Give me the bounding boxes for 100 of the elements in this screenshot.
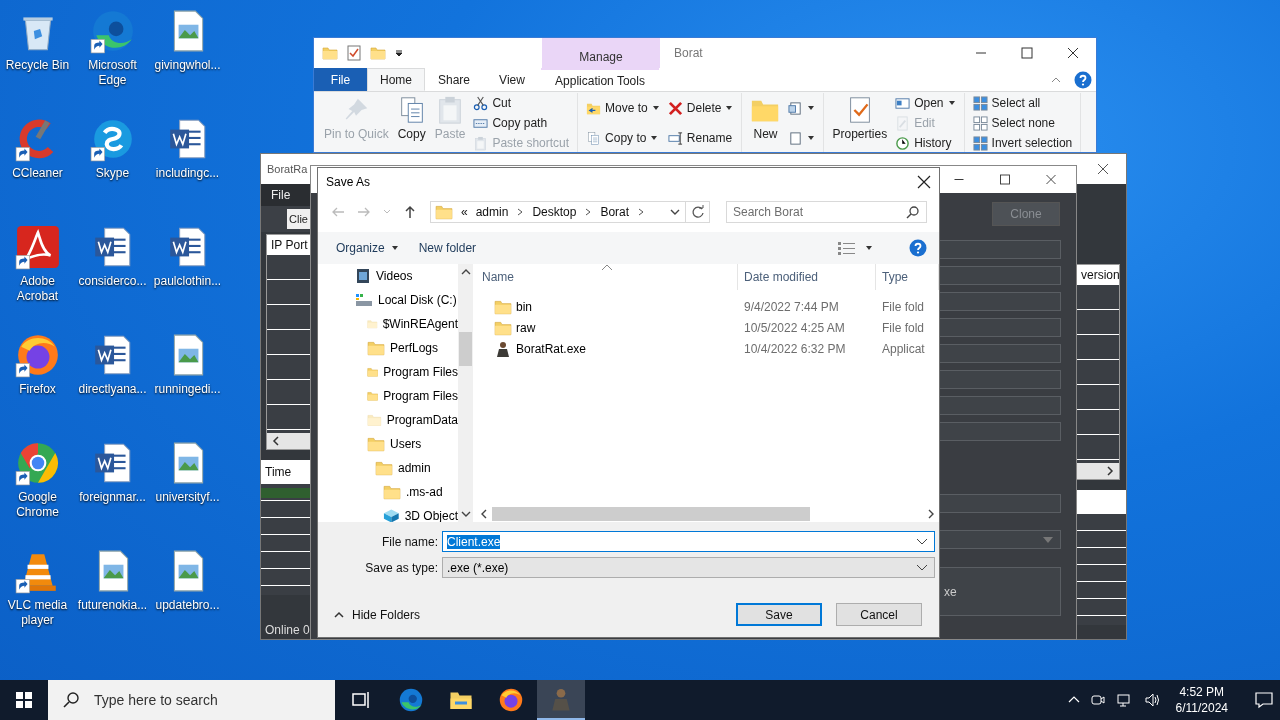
ribbon-button[interactable]: Rename (665, 128, 736, 148)
refresh-button[interactable] (686, 201, 710, 223)
view-options-icon[interactable] (837, 240, 857, 256)
desktop-icon-label[interactable]: Firefox (1, 382, 74, 397)
scrollbar[interactable] (1077, 463, 1119, 479)
ribbon-button[interactable]: New (748, 93, 783, 152)
tree-item[interactable]: Local Disk (C:) (318, 288, 458, 312)
column-header[interactable]: Type (876, 264, 939, 290)
scrollbar[interactable] (267, 433, 310, 449)
desktop-icon-label[interactable]: paulclothin... (151, 274, 224, 289)
desktop-icon-label[interactable]: directlyana... (76, 382, 149, 397)
caret-icon[interactable] (916, 537, 928, 546)
new-folder-button[interactable]: New folder (412, 237, 483, 259)
desktop-icon-label[interactable]: CCleaner (1, 166, 74, 181)
column-header[interactable]: version (1077, 265, 1119, 285)
desktop-icon-label[interactable]: universityf... (151, 490, 224, 505)
ribbon-button[interactable]: Copy path (471, 113, 572, 133)
desktop-icon-label[interactable]: Google Chrome (1, 490, 74, 520)
camera-icon[interactable] (1089, 692, 1106, 708)
scroll-thumb[interactable] (492, 507, 810, 521)
ribbon-button[interactable]: Properties (830, 93, 890, 152)
ribbon-tab[interactable]: Home (367, 68, 425, 91)
scrollbar[interactable] (458, 264, 473, 522)
tree-item[interactable]: .ms-ad (318, 480, 458, 504)
ribbon-button[interactable]: Move to (584, 98, 662, 118)
caret-icon[interactable] (865, 244, 873, 252)
chevron-icon[interactable] (637, 207, 646, 217)
ribbon-button[interactable]: Delete (665, 98, 736, 118)
file-type-dropdown[interactable]: .exe (*.exe) (442, 557, 935, 578)
clock-date[interactable]: 6/11/2024 (1175, 700, 1228, 716)
help-icon[interactable] (1074, 70, 1092, 89)
desktop-icon-label[interactable]: foreignmar... (76, 490, 149, 505)
notification-icon[interactable] (1254, 691, 1274, 709)
tree-item[interactable]: Users (318, 432, 458, 456)
file-name-field[interactable]: Client.exe (442, 531, 935, 552)
dialog-button[interactable]: Save (736, 603, 822, 626)
desktop-icon-label[interactable]: Microsoft Edge (76, 58, 149, 88)
desktop-icon-label[interactable]: runningedi... (151, 382, 224, 397)
volume-icon[interactable] (1143, 692, 1162, 708)
ribbon-button[interactable]: History (893, 133, 958, 152)
ribbon-button[interactable]: Copy to (584, 128, 662, 148)
help-icon[interactable] (909, 239, 927, 257)
tree-item[interactable]: 3D Object (318, 504, 458, 522)
file-name-cell[interactable]: bin (476, 297, 738, 316)
desktop-icon-label[interactable]: givingwhol... (151, 58, 224, 73)
desktop-icon-label[interactable]: Skype (76, 166, 149, 181)
file-tab[interactable]: File (314, 68, 367, 91)
column-header[interactable]: Date modified (738, 264, 876, 290)
tree-item[interactable]: Program Files (318, 384, 458, 408)
tree-item[interactable]: ProgramData (318, 408, 458, 432)
highlighted-row (261, 488, 311, 498)
column-header[interactable]: IP Port (267, 235, 310, 255)
desktop-icon-label[interactable]: Adobe Acrobat (1, 274, 74, 304)
tree-item[interactable]: Videos (318, 264, 458, 288)
desktop-icon-label[interactable]: updatebro... (151, 598, 224, 613)
tab[interactable]: Clie (287, 209, 310, 229)
desktop-icon-label[interactable]: futurenokia... (76, 598, 149, 613)
breadcrumb-item[interactable]: Desktop (532, 205, 577, 219)
tree-item[interactable]: PerfLogs (318, 336, 458, 360)
breadcrumb-item[interactable]: Borat (600, 205, 630, 219)
caret-icon (651, 104, 660, 112)
column-header[interactable]: Time (261, 460, 311, 484)
overflow-mark[interactable]: « (461, 205, 468, 219)
file-name-cell[interactable]: BoratRat.exe (476, 339, 738, 358)
desktop-icon-label[interactable]: Recycle Bin (1, 58, 74, 73)
address-bar[interactable]: « admin Desktop Borat (430, 201, 686, 223)
chevron-icon[interactable] (516, 207, 525, 217)
ribbon-button[interactable]: Invert selection (970, 133, 1075, 152)
caret-icon (807, 104, 816, 112)
scissors-icon (473, 95, 489, 111)
ribbon-button[interactable]: Copy (394, 93, 429, 152)
search-field[interactable]: Type here to search (48, 680, 335, 720)
tree-item[interactable]: Program Files (318, 360, 458, 384)
folder-icon (435, 203, 453, 221)
search-icon (906, 205, 920, 219)
window-title: Borat (674, 46, 704, 60)
organize-menu[interactable]: Organize (330, 237, 405, 259)
ribbon-button[interactable]: Select all (970, 93, 1075, 113)
search-field[interactable]: Search Borat (726, 201, 927, 223)
chevron-icon[interactable] (584, 207, 593, 217)
folder-icon (367, 435, 385, 453)
column-header[interactable]: Name (476, 264, 738, 290)
caret-icon[interactable] (669, 207, 681, 217)
breadcrumb-item[interactable]: admin (475, 205, 509, 219)
dialog-button[interactable]: Cancel (836, 603, 922, 626)
tree-item[interactable]: admin (318, 456, 458, 480)
clock-time[interactable]: 4:52 PM (1179, 684, 1225, 700)
desktop-icon-label[interactable]: VLC media player (1, 598, 74, 628)
hide-folders-button[interactable]: Hide Folders (328, 606, 427, 623)
ribbon-button[interactable]: Cut (471, 93, 572, 113)
file-name-cell[interactable]: raw (476, 318, 738, 337)
scroll-thumb[interactable] (459, 332, 472, 366)
desktop-icon-label[interactable]: includingc... (151, 166, 224, 181)
ribbon-button[interactable]: Select none (970, 113, 1075, 133)
ribbon-button[interactable]: Open (893, 93, 958, 113)
ribbon-tab[interactable]: Application Tools (541, 68, 659, 91)
checkmark-page-icon[interactable] (346, 45, 362, 61)
tree-item[interactable]: $WinREAgent (318, 312, 458, 336)
desktop-icon-label[interactable]: considerco... (76, 274, 149, 289)
close-icon[interactable] (917, 175, 931, 189)
